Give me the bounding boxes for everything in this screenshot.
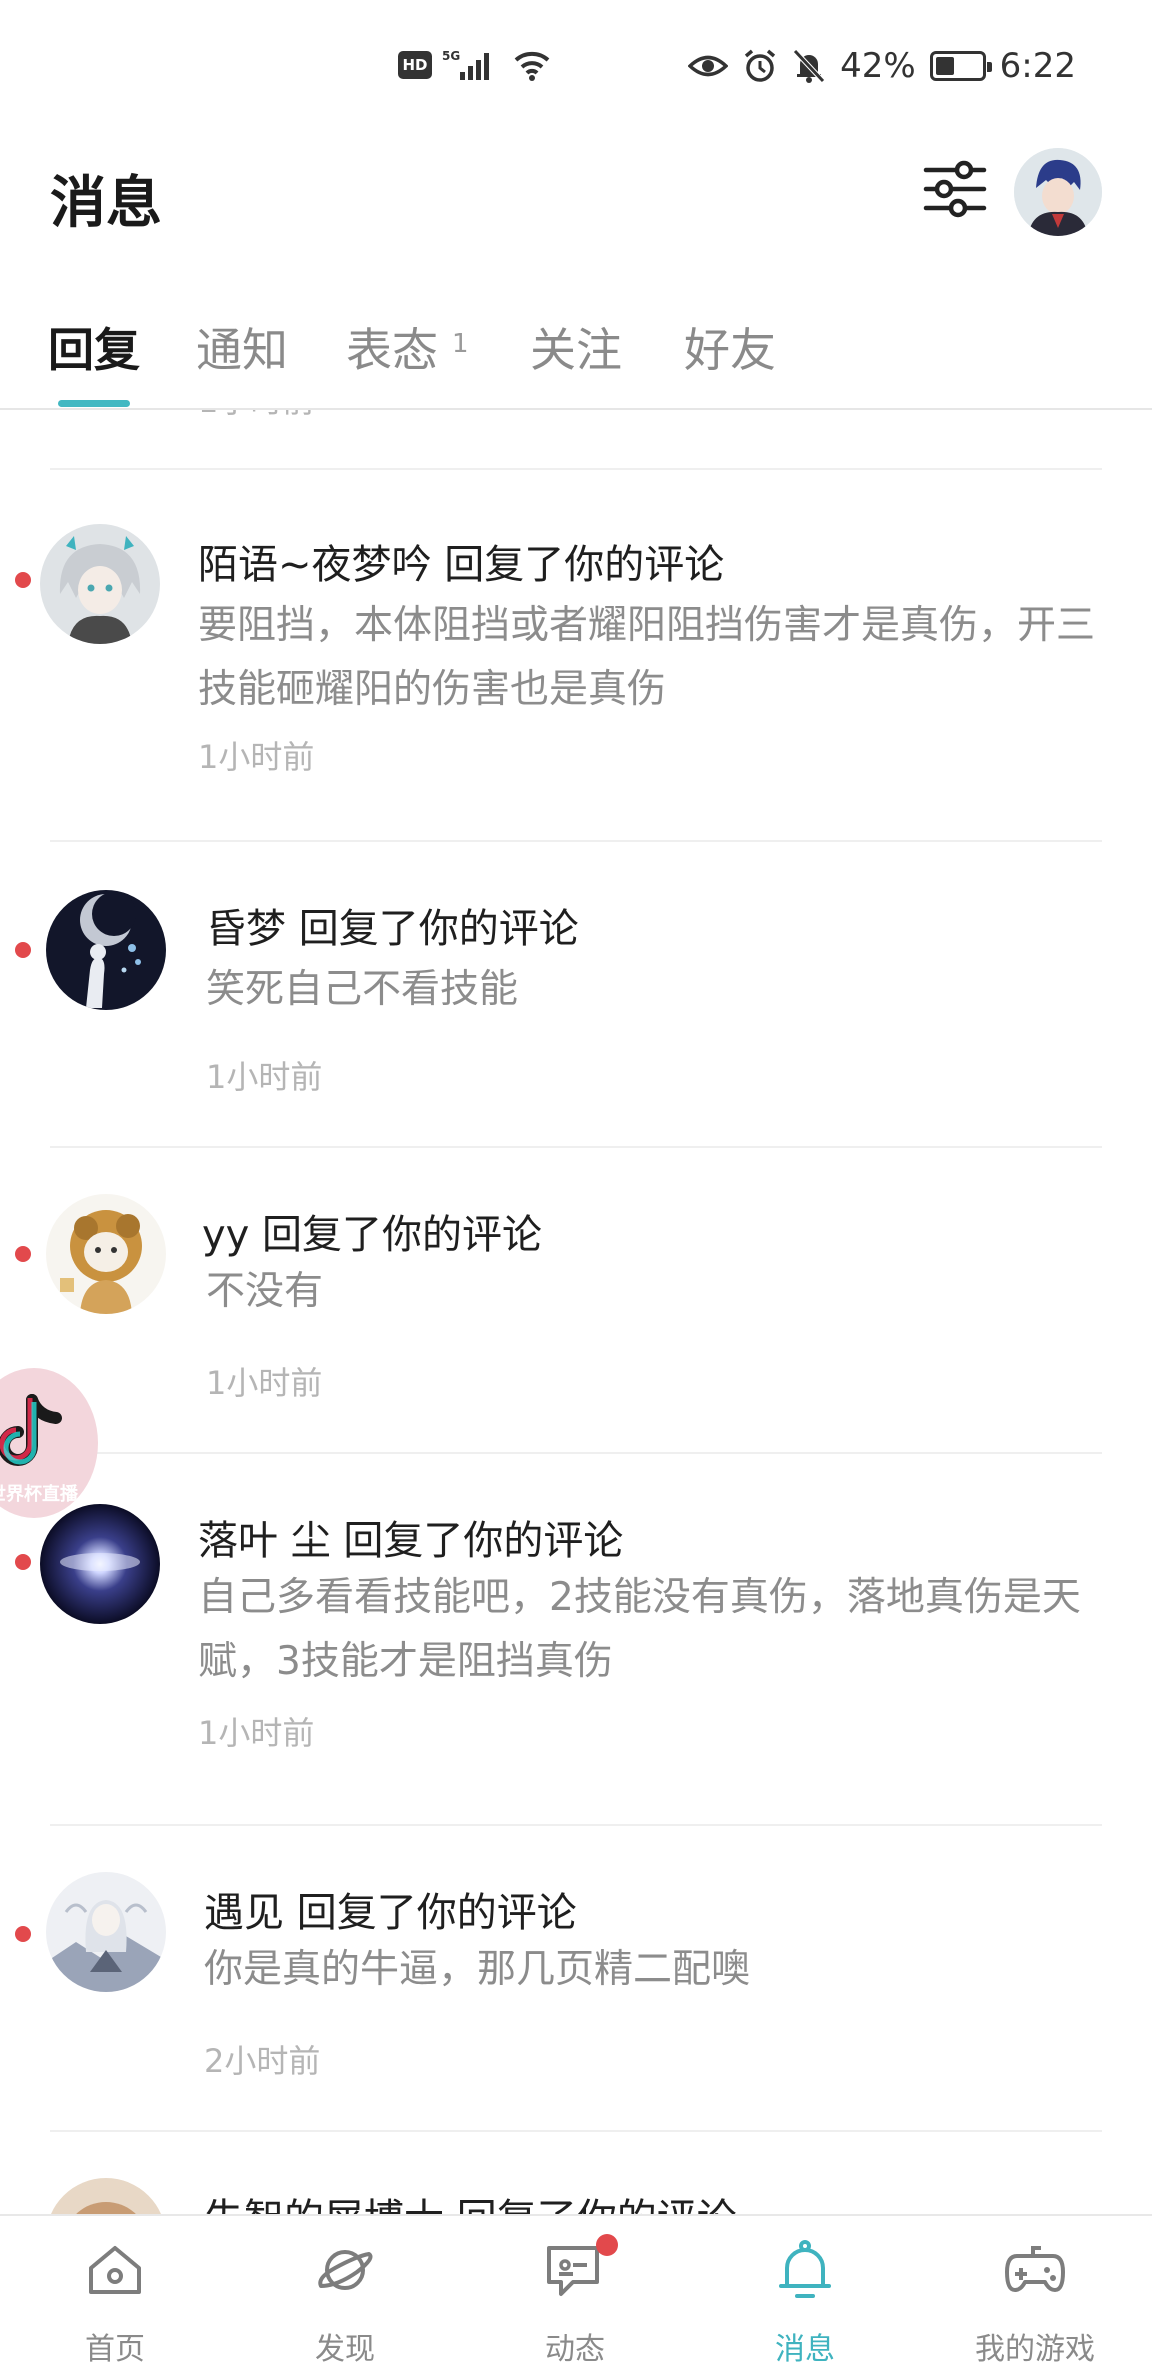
clock-time: 6:22 <box>999 46 1076 86</box>
battery-percent: 42% <box>840 46 916 86</box>
gamepad-icon <box>1005 2246 1065 2292</box>
header: 消息 <box>0 140 1152 250</box>
item-title: yy 回复了你的评论 <box>202 1212 543 1258</box>
tab-label: 表态 <box>346 323 438 377</box>
avatar-image <box>46 890 166 1010</box>
item-body: 不没有 <box>206 1269 324 1314</box>
list-item[interactable]: 落叶 尘 回复了你的评论 自己多看看技能吧，2技能没有真伤，落地真伤是天赋，3技… <box>0 1454 1152 1780</box>
item-body: 要阻挡，本体阻挡或者耀阳阻挡伤害才是真伤，开三技能砸耀阳的伤害也是真伤 <box>198 603 1096 712</box>
tab-label: 关注 <box>530 323 622 377</box>
tab-label: 通知 <box>196 323 288 377</box>
list-item[interactable]: yy 回复了你的评论 不没有 1小时前 <box>0 1148 1152 1452</box>
item-title: 昏梦 回复了你的评论 <box>206 906 579 952</box>
item-body: 笑死自己不看技能 <box>206 967 519 1012</box>
nav-label: 发现 <box>315 2332 375 2367</box>
item-body: 你是真的牛逼，那几页精二配噢 <box>204 1947 751 1992</box>
status-left: HD 5G <box>398 48 552 82</box>
tab-notice[interactable]: 通知 <box>196 314 288 380</box>
item-time: 1小时前 <box>206 1364 323 1402</box>
nav-home[interactable]: 首页 <box>0 2216 230 2376</box>
list-item[interactable]: 昏梦 回复了你的评论 笑死自己不看技能 1小时前 <box>0 842 1152 1146</box>
list-item[interactable]: 遇见 回复了你的评论 你是真的牛逼，那几页精二配噢 2小时前 <box>0 1826 1152 2130</box>
avatar-image <box>46 2178 166 2214</box>
avatar[interactable] <box>40 1504 160 1624</box>
avatar[interactable] <box>46 890 166 1010</box>
douyin-icon <box>0 1394 62 1466</box>
wifi-icon <box>514 51 550 81</box>
planet-icon <box>318 2250 373 2290</box>
item-time: 1小时前 <box>198 738 315 776</box>
tab-reaction[interactable]: 表态 1 <box>346 314 469 380</box>
avatar-image <box>46 1194 166 1314</box>
item-title: 落叶 尘 回复了你的评论 <box>198 1518 624 1564</box>
tab-follow[interactable]: 关注 <box>530 314 622 380</box>
item-title: 遇见 回复了你的评论 <box>204 1890 577 1936</box>
tab-reply[interactable]: 回复 <box>48 314 140 380</box>
item-time: 1小时前 <box>198 1714 315 1752</box>
unread-dot <box>15 1246 31 1262</box>
avatar[interactable] <box>40 524 160 644</box>
alarm-icon <box>744 49 776 82</box>
list-item[interactable]: 陌语~夜梦吟 回复了你的评论 要阻挡，本体阻挡或者耀阳阻挡伤害才是真伤，开三技能… <box>0 470 1152 778</box>
avatar-image <box>40 1504 160 1624</box>
tab-label: 好友 <box>684 323 776 377</box>
reply-list[interactable]: 1小时前 陌语~夜梦吟 回复了你的评论 要阻挡，本体阻挡或者耀阳阻挡伤害才是真伤… <box>0 410 1152 2214</box>
sliders-icon <box>923 160 987 218</box>
nav-label: 首页 <box>85 2332 145 2367</box>
avatar[interactable] <box>46 1194 166 1314</box>
unread-dot <box>15 572 31 588</box>
mute-bell-icon <box>793 49 825 83</box>
nav-label: 消息 <box>775 2332 835 2367</box>
nav-label: 我的游戏 <box>975 2332 1095 2367</box>
list-item[interactable]: 失智的屑博士 回复了你的评论 <box>0 2132 1152 2214</box>
previous-item-time: 1小时前 <box>198 410 314 422</box>
unread-dot <box>15 942 31 958</box>
network-type: 5G <box>442 49 460 63</box>
avatar[interactable] <box>46 1872 166 1992</box>
status-bar: HD 5G 42% 6:22 <box>0 0 1152 120</box>
nav-discover[interactable]: 发现 <box>230 2216 460 2376</box>
tab-count-badge: 1 <box>452 329 469 359</box>
user-avatar[interactable] <box>1014 148 1102 236</box>
home-icon <box>89 2246 141 2294</box>
item-body: 自己多看看技能吧，2技能没有真伤，落地真伤是天赋，3技能才是阻挡真伤 <box>198 1575 1081 1684</box>
avatar-image <box>46 1872 166 1992</box>
unread-dot <box>15 1554 31 1570</box>
unread-dot <box>15 1926 31 1942</box>
bottom-navigation: 首页 发现 动态 消息 我的游戏 <box>0 2214 1152 2376</box>
item-title: 失智的屑博士 回复了你的评论 <box>204 2186 737 2214</box>
nav-feed[interactable]: 动态 <box>460 2216 690 2376</box>
item-title: 陌语~夜梦吟 回复了你的评论 <box>198 542 725 588</box>
filter-button[interactable] <box>920 154 990 224</box>
floating-widget-label: 世界杯直播 <box>0 1484 78 1505</box>
item-time: 2小时前 <box>204 2042 321 2080</box>
nav-messages[interactable]: 消息 <box>690 2216 920 2376</box>
avatar-image <box>1014 148 1102 236</box>
message-tabs: 回复 通知 表态 1 关注 好友 <box>0 300 1152 410</box>
tab-friends[interactable]: 好友 <box>684 314 776 380</box>
active-tab-indicator <box>58 400 130 407</box>
battery-fill <box>935 57 955 75</box>
status-right: 42% 6:22 <box>688 44 1076 88</box>
tab-label: 回复 <box>48 323 140 377</box>
page-title: 消息 <box>50 171 162 236</box>
bell-icon <box>779 2240 831 2298</box>
nav-label: 动态 <box>545 2332 605 2367</box>
hd-badge: HD <box>398 51 432 79</box>
item-time: 1小时前 <box>206 1058 323 1096</box>
avatar-image <box>40 524 160 644</box>
battery-icon <box>929 51 992 81</box>
notification-dot <box>596 2234 618 2256</box>
avatar[interactable] <box>46 2178 166 2214</box>
eye-icon <box>688 55 729 77</box>
signal-icon: 5G <box>442 49 489 80</box>
nav-my-games[interactable]: 我的游戏 <box>920 2216 1150 2376</box>
